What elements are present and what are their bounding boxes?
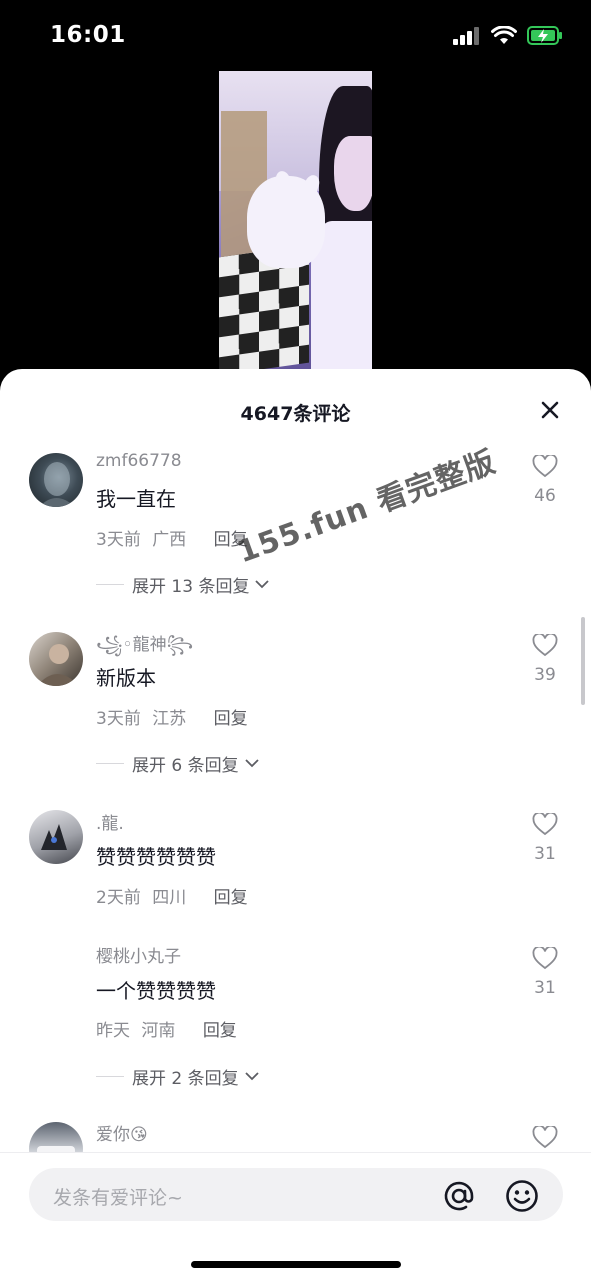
smiley-icon[interactable] [505,1179,539,1213]
like-button[interactable] [529,1124,561,1153]
comment-meta: 3天前 广西 回复 [96,525,248,550]
chevron-down-icon [244,1072,259,1081]
wifi-icon [491,26,517,44]
divider-dash [96,763,124,764]
comment-location: 河南 [141,1021,176,1041]
heart-outline-icon [532,632,558,657]
like-button[interactable]: 39 [529,632,561,685]
like-button[interactable]: 46 [529,453,561,506]
comment-username[interactable]: 樱桃小丸子 [96,942,181,967]
comment-text: 一个赞赞赞赞 [96,979,216,1003]
battery-charging-icon [527,26,562,45]
comment-username[interactable]: zmf66778 [96,451,182,471]
heart-outline-icon [532,453,558,478]
heart-outline-icon [532,1124,558,1149]
reply-button[interactable]: 回复 [214,709,248,729]
video-preview[interactable] [219,71,372,369]
comment-username[interactable]: 爱你😘 [96,1120,148,1145]
comment-text: 赞赞赞赞赞赞 [96,845,216,869]
comment-location: 四川 [152,888,187,908]
like-count: 46 [534,486,556,506]
comment-location: 广西 [152,530,187,550]
comment-meta: 2天前 四川 回复 [96,883,248,908]
comment-username[interactable]: ꧁◦龍神꧂ [96,630,193,666]
comment-text: 新版本 [96,666,156,690]
like-count: 31 [534,978,556,998]
expand-replies-button[interactable]: 展开 6 条回复 [96,751,259,776]
comment-date: 3天前 [96,530,141,550]
expand-replies-label: 展开 13 条回复 [132,577,250,597]
like-button[interactable]: 31 [529,811,561,864]
status-time: 16:01 [50,22,126,48]
at-icon[interactable] [442,1179,476,1213]
chevron-down-icon [244,759,259,768]
avatar[interactable] [29,810,83,864]
scrollbar[interactable] [581,617,585,705]
reply-button[interactable]: 回复 [203,1021,237,1041]
like-button[interactable]: 31 [529,945,561,998]
comment-meta: 昨天 河南 回复 [96,1016,237,1041]
avatar[interactable] [29,632,83,686]
expand-replies-button[interactable]: 展开 13 条回复 [96,572,270,597]
close-icon[interactable] [539,399,561,421]
comment-date: 2天前 [96,888,141,908]
cellular-signal-icon [453,26,479,45]
divider-dash [96,584,124,585]
comment-text: 我一直在 [96,487,176,511]
comment-input-placeholder: 发条有爱评论~ [53,1187,183,1209]
comment-date: 3天前 [96,709,141,729]
comment-username[interactable]: .龍. [96,809,124,834]
avatar[interactable] [29,453,83,507]
divider-dash [96,1076,124,1077]
video-person-face [334,136,372,211]
home-indicator[interactable] [191,1261,401,1268]
heart-outline-icon [532,811,558,836]
comment-input[interactable]: 发条有爱评论~ [29,1168,563,1221]
comment-input-bar: 发条有爱评论~ [0,1152,591,1280]
heart-outline-icon [532,945,558,970]
expand-replies-label: 展开 6 条回复 [132,756,239,776]
comment-location: 江苏 [152,709,187,729]
like-count: 31 [534,844,556,864]
chevron-down-icon [255,580,270,589]
expand-replies-label: 展开 2 条回复 [132,1069,239,1089]
status-bar: 16:01 [0,0,591,70]
reply-button[interactable]: 回复 [214,888,248,908]
comment-meta: 3天前 江苏 回复 [96,704,248,729]
comment-count-title: 4647条评论 [240,403,351,425]
comment-date: 昨天 [96,1021,130,1041]
expand-replies-button[interactable]: 展开 2 条回复 [96,1064,259,1089]
like-count: 39 [534,665,556,685]
status-icons [453,26,563,45]
